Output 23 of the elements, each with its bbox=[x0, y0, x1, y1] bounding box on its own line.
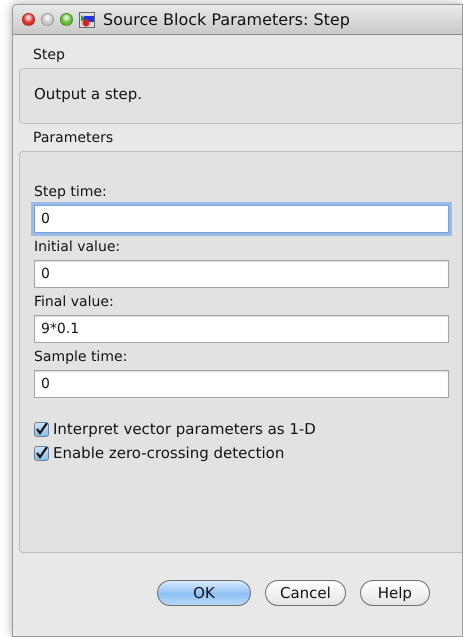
checkbox[interactable] bbox=[34, 422, 49, 436]
dialog-button[interactable]: OK bbox=[157, 580, 251, 606]
input-field[interactable]: 0 bbox=[34, 260, 449, 288]
block-heading: Step bbox=[32, 46, 66, 65]
block-icon bbox=[79, 12, 95, 28]
checkbox-label: Enable zero-crossing detection bbox=[53, 444, 284, 462]
field-label: Step time: bbox=[34, 184, 108, 200]
input-field[interactable]: 0 bbox=[34, 370, 449, 398]
close-button[interactable] bbox=[22, 13, 35, 26]
dialog-button[interactable]: Help bbox=[360, 580, 430, 606]
dialog-button[interactable]: Cancel bbox=[265, 580, 346, 606]
window-title: Source Block Parameters: Step bbox=[103, 10, 350, 29]
parameters-heading: Parameters bbox=[32, 129, 114, 148]
input-field[interactable]: 9*0.1 bbox=[34, 315, 449, 343]
zoom-button[interactable] bbox=[60, 13, 73, 26]
checkbox-label: Interpret vector parameters as 1-D bbox=[53, 420, 316, 438]
block-description: Output a step. bbox=[34, 84, 144, 105]
input-field[interactable]: 0 bbox=[34, 205, 449, 233]
field-label: Sample time: bbox=[34, 349, 128, 365]
field-label: Initial value: bbox=[34, 239, 122, 255]
minimize-button[interactable] bbox=[41, 13, 54, 26]
checkbox[interactable] bbox=[34, 446, 49, 460]
field-label: Final value: bbox=[34, 294, 115, 310]
